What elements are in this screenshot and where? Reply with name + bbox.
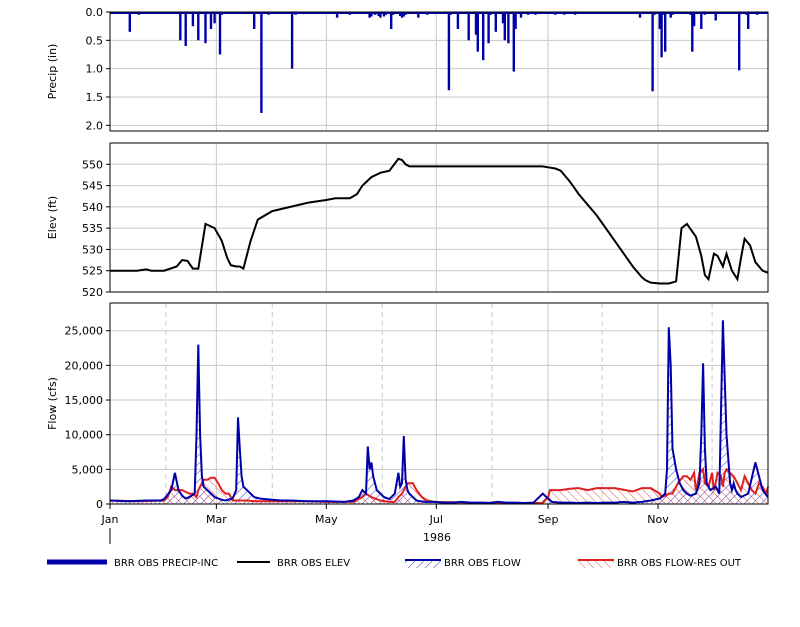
precip-bar (179, 12, 182, 41)
legend-label-precip: BRR OBS PRECIP-INC (114, 558, 218, 569)
legend-item-elev: BRR OBS ELEV (237, 558, 350, 569)
precip-y-axis-label: Precip (in) (46, 44, 59, 100)
precip-y-tick-label: 1.5 (86, 91, 104, 104)
precip-bar (260, 12, 263, 113)
x-axis-ticks: Jan Mar May Jul Sep Nov (101, 504, 669, 544)
hydrograph-figure: 0.0 0.5 1.0 1.5 2.0 Precip (in) 520 525 530 535… (46, 6, 769, 569)
precip-y-tick-label: 1.0 (86, 63, 104, 76)
legend-label-res-out: BRR OBS FLOW-RES OUT (617, 558, 742, 569)
precip-bar (738, 12, 741, 71)
precip-bar (507, 12, 510, 44)
precip-bar (482, 12, 485, 61)
precip-bar (184, 12, 187, 46)
precip-bar (747, 12, 750, 29)
x-tick-label: Nov (647, 513, 669, 526)
flow-y-tick-label: 20,000 (65, 359, 104, 372)
precip-panel: 0.0 0.5 1.0 1.5 2.0 Precip (in) (46, 6, 769, 132)
precip-bar (700, 12, 703, 29)
legend-item-precip: BRR OBS PRECIP-INC (47, 558, 218, 569)
elev-series-line (110, 157, 769, 285)
precip-bar (467, 12, 470, 41)
precip-bar (660, 12, 663, 58)
precip-bar (197, 12, 200, 41)
precip-bar (664, 12, 667, 52)
precip-y-tick-label: 0.0 (86, 6, 104, 19)
precip-bar (370, 12, 373, 17)
elev-y-tick-label: 530 (82, 243, 103, 256)
precip-bar (692, 12, 696, 27)
precip-bar (218, 12, 222, 55)
legend: BRR OBS PRECIP-INC BRR OBS ELEV BRR OBS … (47, 558, 742, 569)
elev-y-tick-label: 525 (82, 265, 103, 278)
precip-frame (109, 11, 769, 132)
flow-y-tick-label: 15,000 (65, 394, 104, 407)
x-tick-label: Mar (206, 513, 227, 526)
elev-y-ticks: 520 525 530 535 540 545 550 (82, 158, 110, 299)
elev-y-tick-label: 520 (82, 286, 103, 299)
precip-bar (514, 12, 517, 29)
flow-y-axis-label: Flow (cfs) (46, 377, 59, 430)
legend-item-flow: BRR OBS FLOW (405, 558, 521, 569)
flow-y-tick-label: 0 (96, 498, 103, 511)
legend-label-flow: BRR OBS FLOW (444, 558, 521, 569)
precip-bar (213, 12, 216, 24)
elev-y-tick-label: 540 (82, 201, 103, 214)
precip-y-tick-label: 2.0 (86, 119, 104, 132)
precip-y-ticks: 0.0 0.5 1.0 1.5 2.0 (86, 6, 110, 132)
precip-bar (651, 12, 654, 92)
precip-bar (204, 12, 207, 44)
precip-bar (456, 12, 460, 29)
precip-bar (519, 12, 523, 18)
precip-bars (110, 12, 768, 113)
precip-bar (487, 12, 490, 44)
precip-bar (714, 12, 717, 21)
legend-hatch-res-out (578, 560, 614, 568)
precip-bar (290, 12, 294, 69)
precip-bar (379, 12, 382, 18)
precip-bar (191, 12, 195, 27)
elev-y-tick-label: 535 (82, 222, 103, 235)
legend-hatch-flow (405, 560, 441, 568)
legend-label-elev: BRR OBS ELEV (277, 558, 350, 569)
flow-panel: 0 5,000 10,000 15,000 20,000 25,000 Flow (cfs… (46, 302, 769, 544)
elev-y-tick-label: 545 (82, 180, 103, 193)
precip-bar (253, 12, 256, 29)
x-axis-year-label: 1986 (423, 531, 451, 544)
elev-frame (109, 142, 769, 293)
flow-y-tick-label: 5,000 (72, 463, 104, 476)
x-tick-label: Jul (429, 513, 443, 526)
precip-bar (335, 12, 339, 18)
x-tick-label: Sep (538, 513, 559, 526)
elev-y-tick-label: 550 (82, 158, 103, 171)
precip-bar (638, 12, 642, 18)
flow-y-ticks: 0 5,000 10,000 15,000 20,000 25,000 (65, 325, 110, 511)
precip-bar (128, 12, 131, 32)
precip-bar (476, 12, 479, 52)
elev-panel: 520 525 530 535 540 545 550 Elev (ft) (46, 142, 769, 299)
flow-y-tick-label: 10,000 (65, 429, 104, 442)
flow-y-tick-label: 25,000 (65, 325, 104, 338)
legend-item-res-out: BRR OBS FLOW-RES OUT (578, 558, 742, 569)
x-tick-label: May (315, 513, 338, 526)
precip-bar (494, 12, 497, 32)
precip-bar (447, 12, 451, 91)
elev-y-axis-label: Elev (ft) (46, 196, 59, 239)
precip-bar (503, 12, 506, 41)
precip-bar (417, 12, 420, 18)
precip-y-tick-label: 0.5 (86, 34, 104, 47)
x-tick-label: Jan (101, 513, 119, 526)
elev-grid (110, 143, 768, 293)
precip-grid (110, 11, 768, 131)
precip-bar (209, 12, 213, 29)
